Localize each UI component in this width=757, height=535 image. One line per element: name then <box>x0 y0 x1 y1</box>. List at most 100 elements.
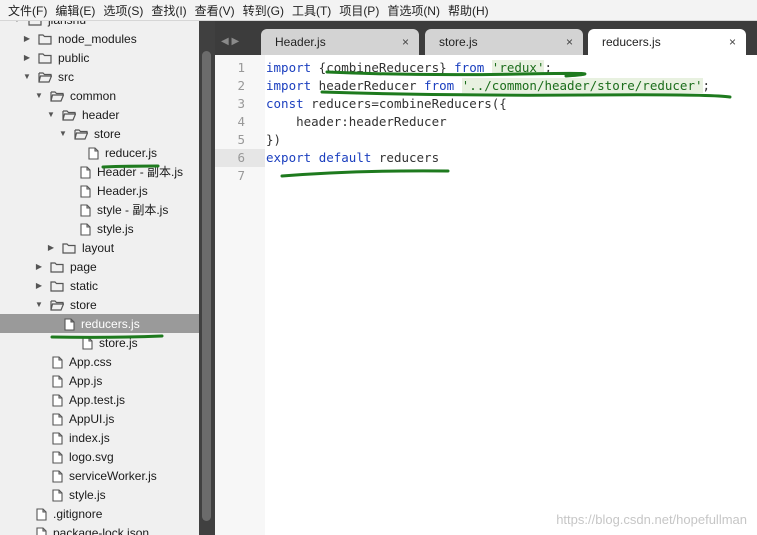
menu-item[interactable]: 选项(S) <box>103 2 143 19</box>
folder-open-icon <box>62 109 76 121</box>
chevron-down-icon[interactable]: ▼ <box>22 72 32 82</box>
file-icon <box>36 507 47 521</box>
code-line[interactable]: }) <box>266 131 281 149</box>
chevron-right-icon[interactable]: ▶ <box>22 53 32 63</box>
code-line[interactable]: import headerReducer from '../common/hea… <box>266 77 710 95</box>
tree-file[interactable]: style.js <box>0 219 199 238</box>
tab-header-js[interactable]: Header.js × <box>261 29 419 55</box>
chevron-right-icon[interactable]: ▶ <box>46 243 56 253</box>
menu-item[interactable]: 帮助(H) <box>448 2 489 19</box>
folder-open-icon <box>38 71 52 83</box>
file-icon <box>52 412 63 426</box>
file-icon <box>80 165 91 179</box>
tree-label: public <box>58 50 90 65</box>
chevron-down-icon[interactable]: ▼ <box>34 91 44 101</box>
tree-label: header <box>82 107 120 122</box>
code-string: 'redux' <box>491 60 545 75</box>
tree-folder[interactable]: ▼ src <box>0 67 199 86</box>
tree-file[interactable]: App.test.js <box>0 390 199 409</box>
tab-store-js[interactable]: store.js × <box>425 29 583 55</box>
menu-item[interactable]: 查看(V) <box>195 2 235 19</box>
tab-bar: ◀ ▶ Header.js × store.js × reducers.js × <box>215 21 757 55</box>
tree-file[interactable]: logo.svg <box>0 447 199 466</box>
tree-folder[interactable]: ▼ store <box>0 295 199 314</box>
chevron-down-icon[interactable]: ▼ <box>34 300 44 310</box>
tree-file[interactable]: .gitignore <box>0 504 199 523</box>
folder-open-icon <box>28 21 42 26</box>
tree-folder[interactable]: ▼ common <box>0 86 199 105</box>
tree-folder[interactable]: ▶ public <box>0 48 199 67</box>
code-text: }) <box>266 132 282 147</box>
menu-item[interactable]: 文件(F) <box>8 2 47 19</box>
tree-file[interactable]: package-lock.json <box>0 523 199 535</box>
file-icon <box>80 184 91 198</box>
folder-icon <box>50 261 64 273</box>
chevron-down-icon[interactable]: ▼ <box>12 21 22 25</box>
folder-open-icon <box>50 299 64 311</box>
code-line[interactable]: export default reducers <box>266 149 439 167</box>
menu-item[interactable]: 编辑(E) <box>55 2 95 19</box>
tree-folder[interactable]: ▶ layout <box>0 238 199 257</box>
tree-file[interactable]: store.js <box>0 333 199 352</box>
file-icon <box>36 526 47 535</box>
tree-file[interactable]: serviceWorker.js <box>0 466 199 485</box>
tree-file[interactable]: AppUI.js <box>0 409 199 428</box>
tree-folder[interactable]: ▼ header <box>0 105 199 124</box>
tree-label: page <box>70 259 97 274</box>
code-text: {combineReducers} <box>311 60 455 75</box>
menu-item[interactable]: 项目(P) <box>339 2 379 19</box>
tree-folder[interactable]: ▶ page <box>0 257 199 276</box>
tree-folder[interactable]: ▶ static <box>0 276 199 295</box>
chevron-down-icon[interactable]: ▼ <box>58 129 68 139</box>
menu-item[interactable]: 查找(I) <box>151 2 186 19</box>
tree-label: src <box>58 69 74 84</box>
tree-file[interactable]: style - 副本.js <box>0 200 199 219</box>
tree-file[interactable]: Header.js <box>0 181 199 200</box>
code-keyword: default <box>318 150 372 165</box>
tree-folder[interactable]: ▼ store <box>0 124 199 143</box>
menu-item[interactable]: 转到(G) <box>243 2 284 19</box>
file-icon <box>52 393 63 407</box>
tree-root-folder[interactable]: ▼ jianshu <box>0 21 199 29</box>
code-keyword: import <box>266 78 312 93</box>
code-text: ; <box>544 60 553 75</box>
close-icon[interactable]: × <box>402 35 409 49</box>
tree-label: reducers.js <box>81 316 140 331</box>
file-icon <box>52 431 63 445</box>
close-icon[interactable]: × <box>566 35 573 49</box>
sidebar-scrollbar-thumb[interactable] <box>202 51 211 521</box>
menu-item[interactable]: 首选项(N) <box>387 2 440 19</box>
line-number: 6 <box>237 150 245 165</box>
chevron-right-icon[interactable]: ▶ <box>34 262 44 272</box>
tree-file[interactable]: Header - 副本.js <box>0 162 199 181</box>
code-keyword: import <box>266 60 312 75</box>
tree-label: Header.js <box>97 183 148 198</box>
tree-label: style.js <box>69 487 106 502</box>
code-line[interactable]: import {combineReducers} from 'redux'; <box>266 59 552 77</box>
tree-file[interactable]: App.css <box>0 352 199 371</box>
close-icon[interactable]: × <box>729 35 736 49</box>
chevron-right-icon[interactable]: ▶ <box>22 34 32 44</box>
tree-file[interactable]: App.js <box>0 371 199 390</box>
tab-label: reducers.js <box>602 35 661 49</box>
line-number: 3 <box>237 96 245 111</box>
folder-icon <box>38 52 52 64</box>
tab-nav-arrows[interactable]: ◀ ▶ <box>221 36 239 47</box>
code-line[interactable]: header:headerReducer <box>266 113 447 131</box>
tree-folder[interactable]: ▶ node_modules <box>0 29 199 48</box>
code-line[interactable]: const reducers=combineReducers({ <box>266 95 507 113</box>
sidebar-scrollbar[interactable] <box>199 21 215 535</box>
tree-file[interactable]: style.js <box>0 485 199 504</box>
tree-label: store <box>70 297 97 312</box>
chevron-right-icon[interactable]: ▶ <box>34 281 44 291</box>
tab-reducers-js[interactable]: reducers.js × <box>588 29 746 55</box>
tree-file[interactable]: reducers.js <box>0 314 199 333</box>
folder-open-icon <box>50 90 64 102</box>
tree-file[interactable]: index.js <box>0 428 199 447</box>
tree-file[interactable]: reducer.js <box>0 143 199 162</box>
code-editor[interactable]: 1 2 3 4 5 6 7 import {combineReducers} from 'r… <box>215 55 757 535</box>
menu-item[interactable]: 工具(T) <box>292 2 331 19</box>
chevron-down-icon[interactable]: ▼ <box>46 110 56 120</box>
code-keyword: from <box>454 60 485 75</box>
